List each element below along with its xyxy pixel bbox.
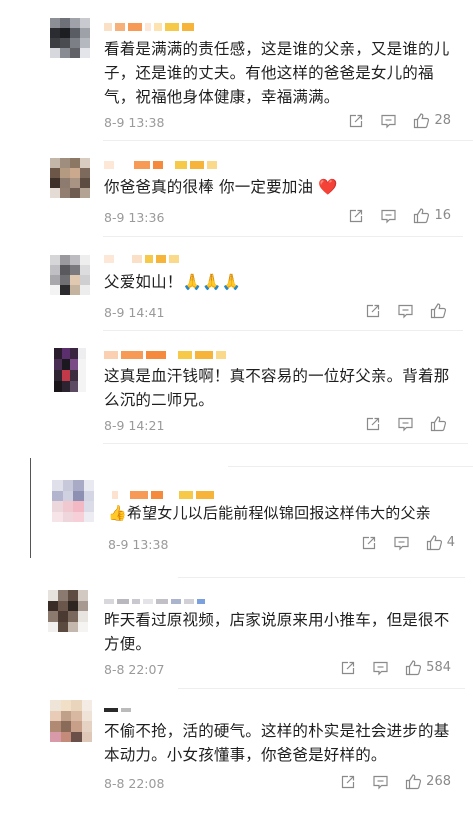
like-count: 268 — [426, 774, 451, 789]
like-count: 16 — [434, 208, 451, 223]
comment-actions: 584 — [324, 659, 451, 676]
avatar[interactable] — [54, 348, 86, 392]
comment-actions — [349, 302, 451, 319]
username-redacted[interactable] — [104, 160, 217, 169]
share-icon — [366, 304, 380, 317]
reply-button[interactable] — [372, 774, 389, 790]
like-count: 4 — [446, 535, 455, 550]
share-icon — [350, 209, 363, 222]
left-edge-line — [30, 458, 31, 558]
divider — [178, 577, 465, 578]
comment-text: 你爸爸真的很棒 你一定要加油 ❤️ — [104, 178, 338, 196]
like-button[interactable] — [430, 415, 451, 432]
comment-time: 8-8 22:08 — [104, 776, 165, 791]
username-redacted[interactable] — [104, 707, 131, 713]
avatar[interactable] — [50, 700, 92, 742]
share-button[interactable] — [340, 660, 356, 676]
comment-time: 8-9 14:41 — [104, 305, 165, 320]
avatar[interactable] — [48, 590, 88, 632]
like-icon — [430, 416, 447, 432]
share-icon — [350, 114, 363, 127]
reply-button[interactable] — [397, 416, 414, 432]
like-button[interactable]: 28 — [413, 112, 451, 129]
like-icon — [430, 303, 447, 319]
divider — [103, 236, 463, 237]
like-button[interactable]: 4 — [426, 534, 455, 551]
share-button[interactable] — [340, 774, 356, 790]
like-icon — [414, 113, 430, 129]
comment-icon — [381, 209, 397, 223]
divider — [103, 443, 468, 444]
share-button[interactable] — [365, 303, 381, 319]
share-button[interactable] — [348, 113, 364, 129]
comment-actions: 268 — [324, 773, 451, 790]
comment-actions: 16 — [332, 207, 451, 224]
reply-button[interactable] — [397, 303, 414, 319]
divider — [103, 140, 473, 141]
divider — [103, 330, 463, 331]
share-icon — [366, 417, 380, 430]
comment-icon — [381, 114, 397, 128]
reply-button[interactable] — [393, 535, 410, 551]
username-redacted[interactable] — [104, 22, 194, 31]
divider — [228, 466, 473, 467]
comment-icon — [394, 536, 409, 550]
username-redacted[interactable] — [104, 598, 205, 604]
like-button[interactable]: 584 — [405, 659, 451, 676]
divider — [178, 688, 465, 689]
comment-time: 8-9 13:36 — [104, 210, 165, 225]
share-icon — [362, 536, 375, 549]
avatar[interactable] — [50, 18, 90, 58]
like-icon — [426, 535, 442, 551]
comment-icon — [398, 304, 413, 318]
share-button[interactable] — [365, 416, 381, 432]
comment-time: 8-9 13:38 — [108, 537, 169, 552]
like-count: 584 — [426, 660, 451, 675]
comment-actions — [349, 415, 451, 432]
like-count: 28 — [434, 113, 451, 128]
comment-text: 父爱如山！🙏🙏🙏 — [104, 273, 241, 291]
username-redacted[interactable] — [104, 350, 226, 359]
share-icon — [342, 775, 355, 788]
like-icon — [406, 774, 422, 790]
share-button[interactable] — [348, 208, 364, 224]
comment-icon — [398, 417, 413, 431]
comment-time: 8-9 13:38 — [104, 115, 165, 130]
reply-button[interactable] — [372, 660, 389, 676]
like-button[interactable]: 16 — [413, 207, 451, 224]
comment-time: 8-9 14:21 — [104, 418, 165, 433]
avatar[interactable] — [50, 158, 90, 198]
username-redacted[interactable] — [104, 254, 179, 263]
comment-icon — [373, 661, 388, 675]
share-button[interactable] — [361, 535, 377, 551]
comment-text: 不偷不抢，活的硬气。这样的朴实是社会进步的基本动力。小女孩懂事，你爸爸是好样的。 — [104, 722, 450, 764]
reply-button[interactable] — [380, 113, 397, 129]
comment-text: 👍希望女儿以后能前程似锦回报这样伟大的父亲 — [108, 504, 431, 522]
comment-actions: 4 — [345, 534, 455, 551]
comment-text: 看着是满满的责任感，这是谁的父亲，又是谁的儿子，还是谁的丈夫。有他这样的爸爸是女… — [104, 40, 450, 106]
comment-icon — [373, 775, 388, 789]
reply-button[interactable] — [380, 208, 397, 224]
like-icon — [406, 660, 422, 676]
comment-text: 昨天看过原视频，店家说原来用小推车，但是很不方便。 — [104, 611, 450, 653]
like-icon — [414, 208, 430, 224]
username-redacted[interactable] — [112, 490, 214, 499]
comment-actions: 28 — [332, 112, 451, 129]
comment-text: 这真是血汗钱啊！真不容易的一位好父亲。背着那么沉的二师兄。 — [104, 367, 450, 409]
like-button[interactable] — [430, 302, 451, 319]
avatar[interactable] — [52, 480, 94, 522]
avatar[interactable] — [50, 255, 90, 295]
share-icon — [342, 661, 355, 674]
like-button[interactable]: 268 — [405, 773, 451, 790]
comment-time: 8-8 22:07 — [104, 662, 165, 677]
